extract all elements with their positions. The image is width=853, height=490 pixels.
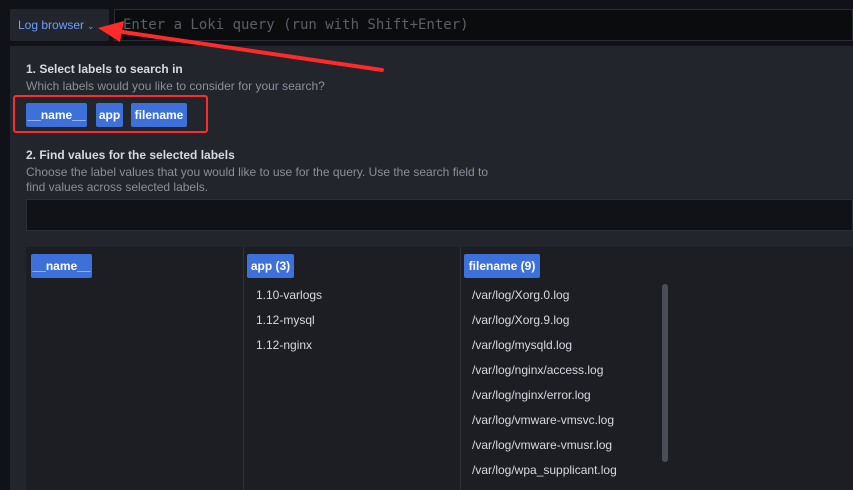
annotation-arrow bbox=[98, 21, 384, 72]
loki-query-editor: Log browser ⌄ Enter a Loki query (run wit… bbox=[0, 0, 853, 490]
